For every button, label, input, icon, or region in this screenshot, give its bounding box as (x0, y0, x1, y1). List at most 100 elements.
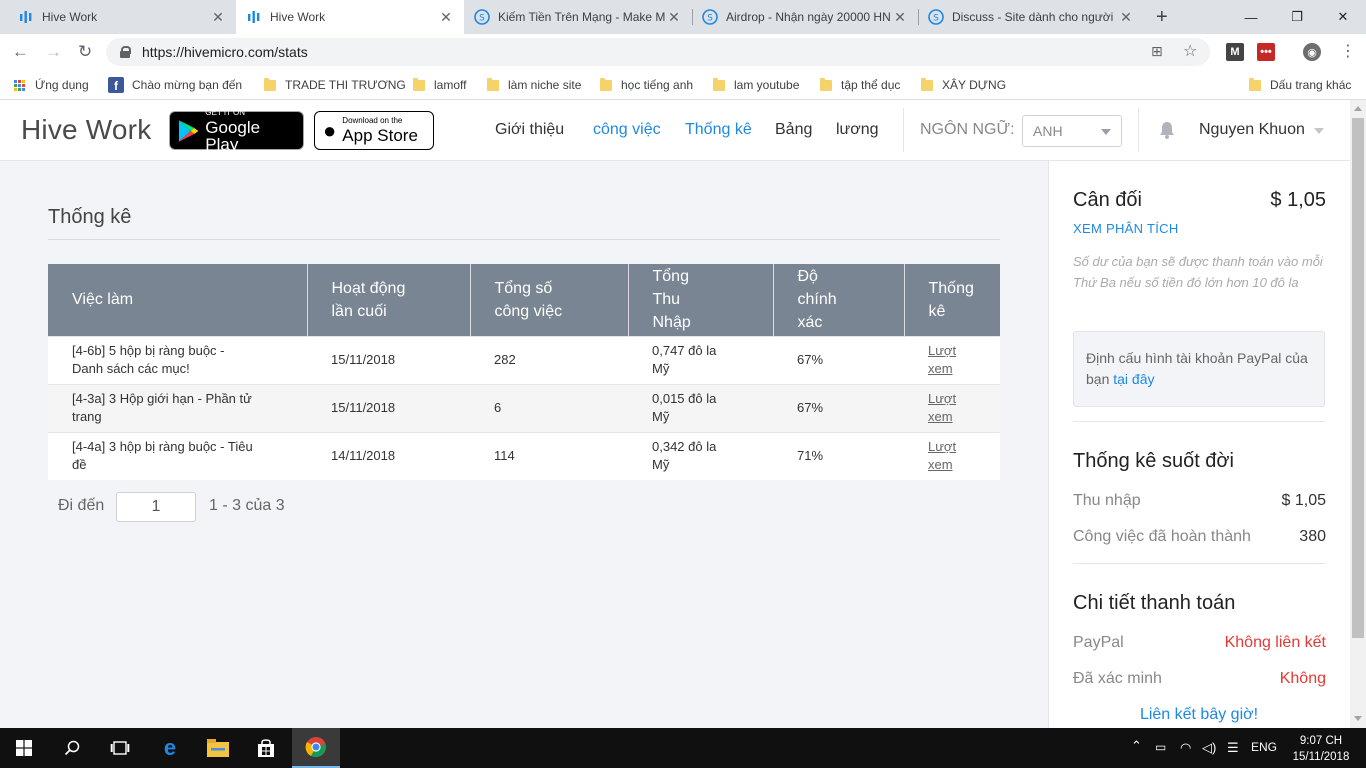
back-arrow-icon[interactable]: ← (12, 42, 29, 62)
volume-icon[interactable]: ◁) (1202, 740, 1216, 756)
cell-earnings: 0,342 đô la Mỹ (628, 431, 773, 480)
bookmark-folder[interactable]: học tiếng anh (600, 76, 693, 94)
gmail-extension-icon[interactable]: M (1226, 43, 1244, 61)
chevron-up-icon[interactable]: ⌃ (1131, 738, 1142, 754)
app-store-badge[interactable]: ● Download on the App Store (314, 111, 434, 150)
bookmark-folder-other[interactable]: Dấu trang khác (1249, 76, 1351, 94)
bell-icon[interactable] (1159, 121, 1175, 144)
brand-logo[interactable]: Hive Work (21, 114, 151, 146)
cell-earnings: 0,747 đô la Mỹ (628, 335, 773, 384)
view-link[interactable]: Lượt xem (928, 343, 956, 376)
forward-arrow-icon[interactable]: → (45, 42, 62, 62)
bookmark-folder[interactable]: làm niche site (487, 76, 581, 94)
cell-last-active: 15/11/2018 (307, 335, 470, 384)
apple-icon: ● (323, 117, 337, 143)
system-clock[interactable]: 9:07 CH 15/11/2018 (1290, 733, 1352, 765)
nav-stats[interactable]: Thống kê (685, 121, 752, 139)
close-icon[interactable]: ✕ (1118, 9, 1134, 26)
chrome-icon[interactable] (292, 728, 340, 768)
scroll-thumb[interactable] (1352, 118, 1364, 638)
bookmark-folder[interactable]: lamoff (413, 76, 466, 94)
account-sidebar: Cân đối $ 1,05 XEM PHÂN TÍCH Số dư của b… (1048, 161, 1350, 728)
payout-note: Số dư của bạn sẽ được thanh toán vào mỗi… (1073, 254, 1323, 290)
edge-browser-icon[interactable]: e (146, 728, 194, 768)
nav-jobs[interactable]: công việc (593, 121, 661, 139)
store-icon[interactable] (242, 728, 290, 768)
address-bar[interactable]: https://hivemicro.com/stats (106, 38, 1210, 66)
bookmark-folder[interactable]: XÂY DỰNG (921, 76, 1006, 94)
extension-icon[interactable]: ••• (1257, 43, 1275, 61)
bookmark-folder[interactable]: TRADE THI TRƯƠNG (264, 76, 406, 94)
paypal-config-link[interactable]: tại đây (1113, 371, 1154, 387)
notification-center-icon[interactable]: ☰ (1227, 740, 1239, 756)
chevron-down-icon[interactable] (1314, 128, 1324, 134)
column-header-total-income[interactable]: Tổng Thu Nhập (628, 264, 774, 336)
link-now-button[interactable]: Liên kết bây giờ! (1073, 706, 1325, 724)
user-name[interactable]: Nguyen Khuon (1199, 121, 1305, 139)
apps-grid-icon (14, 79, 25, 91)
cell-accuracy: 67% (773, 335, 904, 384)
table-row: [4-4a] 3 hộp bị ràng buộc - Tiêu đề 14/11… (48, 431, 1000, 480)
language-select[interactable]: ANH (1022, 115, 1122, 147)
browser-tab[interactable]: S Kiếm Tiền Trên Mạng - Make M ✕ (464, 0, 692, 34)
browser-tab[interactable]: S Airdrop - Nhận ngày 20000 HN ✕ (692, 0, 918, 34)
clock-date: 15/11/2018 (1292, 751, 1350, 763)
google-play-badge[interactable]: GET IT ON Google Play (169, 108, 304, 153)
bookmark-folder[interactable]: tập thể dục (820, 76, 900, 94)
close-icon[interactable]: ✕ (438, 9, 454, 26)
url-text: https://hivemicro.com/stats (142, 44, 308, 60)
hive-icon (18, 9, 34, 25)
site-header: Hive Work GET IT ON Google Play ● Downloa… (0, 100, 1350, 161)
bookmark-apps[interactable]: Ứng dụng (14, 76, 89, 94)
page-number-input[interactable]: 1 (116, 492, 196, 522)
wifi-icon[interactable]: ◠ (1180, 740, 1191, 756)
view-link[interactable]: Lượt xem (928, 439, 956, 472)
bookmark-facebook[interactable]: f Chào mừng bạn đến (108, 76, 242, 94)
translate-icon[interactable]: ⊞ (1151, 43, 1163, 60)
browser-tab[interactable]: Hive Work ✕ (8, 0, 236, 34)
cell-stats: Lượt xem (904, 431, 1000, 480)
bookmark-star-icon[interactable]: ☆ (1183, 41, 1197, 61)
scroll-down-arrow-icon[interactable] (1354, 716, 1362, 721)
cell-earnings: 0,015 đô la Mỹ (628, 383, 773, 432)
menu-dots-icon[interactable]: ⋮ (1340, 42, 1356, 62)
new-tab-button[interactable]: + (1156, 7, 1168, 27)
browser-tab[interactable]: S Discuss - Site dành cho người ✕ (918, 0, 1144, 34)
bookmark-label: lamoff (434, 78, 467, 92)
folder-icon (413, 77, 425, 91)
column-header-total-tasks[interactable]: Tổng số công việc (470, 264, 629, 336)
view-link[interactable]: Lượt xem (928, 391, 956, 424)
close-icon[interactable]: ✕ (666, 9, 682, 26)
column-header-last-active[interactable]: Hoạt động lần cuối (307, 264, 471, 336)
profile-avatar-icon[interactable]: ◉ (1303, 43, 1321, 61)
window-close-button[interactable]: ✕ (1320, 0, 1366, 34)
nav-salary[interactable]: lương (836, 121, 879, 139)
svg-text:S: S (479, 14, 485, 24)
bookmark-folder[interactable]: lam youtube (713, 76, 799, 94)
column-header-job[interactable]: Việc làm (48, 264, 308, 336)
file-explorer-icon[interactable] (194, 728, 242, 768)
search-icon[interactable] (48, 728, 96, 768)
restore-button[interactable]: ❐ (1274, 0, 1320, 34)
reload-icon[interactable]: ↻ (78, 42, 92, 62)
column-header-accuracy[interactable]: Độ chính xác (773, 264, 905, 336)
page-scrollbar[interactable] (1350, 100, 1366, 728)
tab-title: Hive Work (270, 10, 326, 24)
browser-tab-active[interactable]: Hive Work ✕ (236, 0, 464, 34)
close-icon[interactable]: ✕ (210, 9, 226, 26)
nav-board[interactable]: Bảng (775, 121, 812, 139)
nav-about[interactable]: Giới thiệu (495, 121, 564, 139)
sidebar-divider (1073, 563, 1325, 564)
header-divider (1138, 108, 1139, 152)
view-analysis-link[interactable]: XEM PHÂN TÍCH (1073, 221, 1179, 236)
income-label: Thu nhập (1073, 492, 1141, 509)
close-icon[interactable]: ✕ (892, 9, 908, 26)
steemit-icon: S (702, 9, 718, 25)
folder-icon (713, 77, 725, 91)
minimize-button[interactable]: — (1228, 0, 1274, 34)
windows-start-icon[interactable] (0, 728, 48, 768)
task-view-icon[interactable] (96, 728, 144, 768)
battery-icon[interactable]: ▭ (1155, 740, 1166, 754)
scroll-up-arrow-icon[interactable] (1354, 106, 1362, 111)
input-language[interactable]: ENG (1251, 740, 1277, 754)
